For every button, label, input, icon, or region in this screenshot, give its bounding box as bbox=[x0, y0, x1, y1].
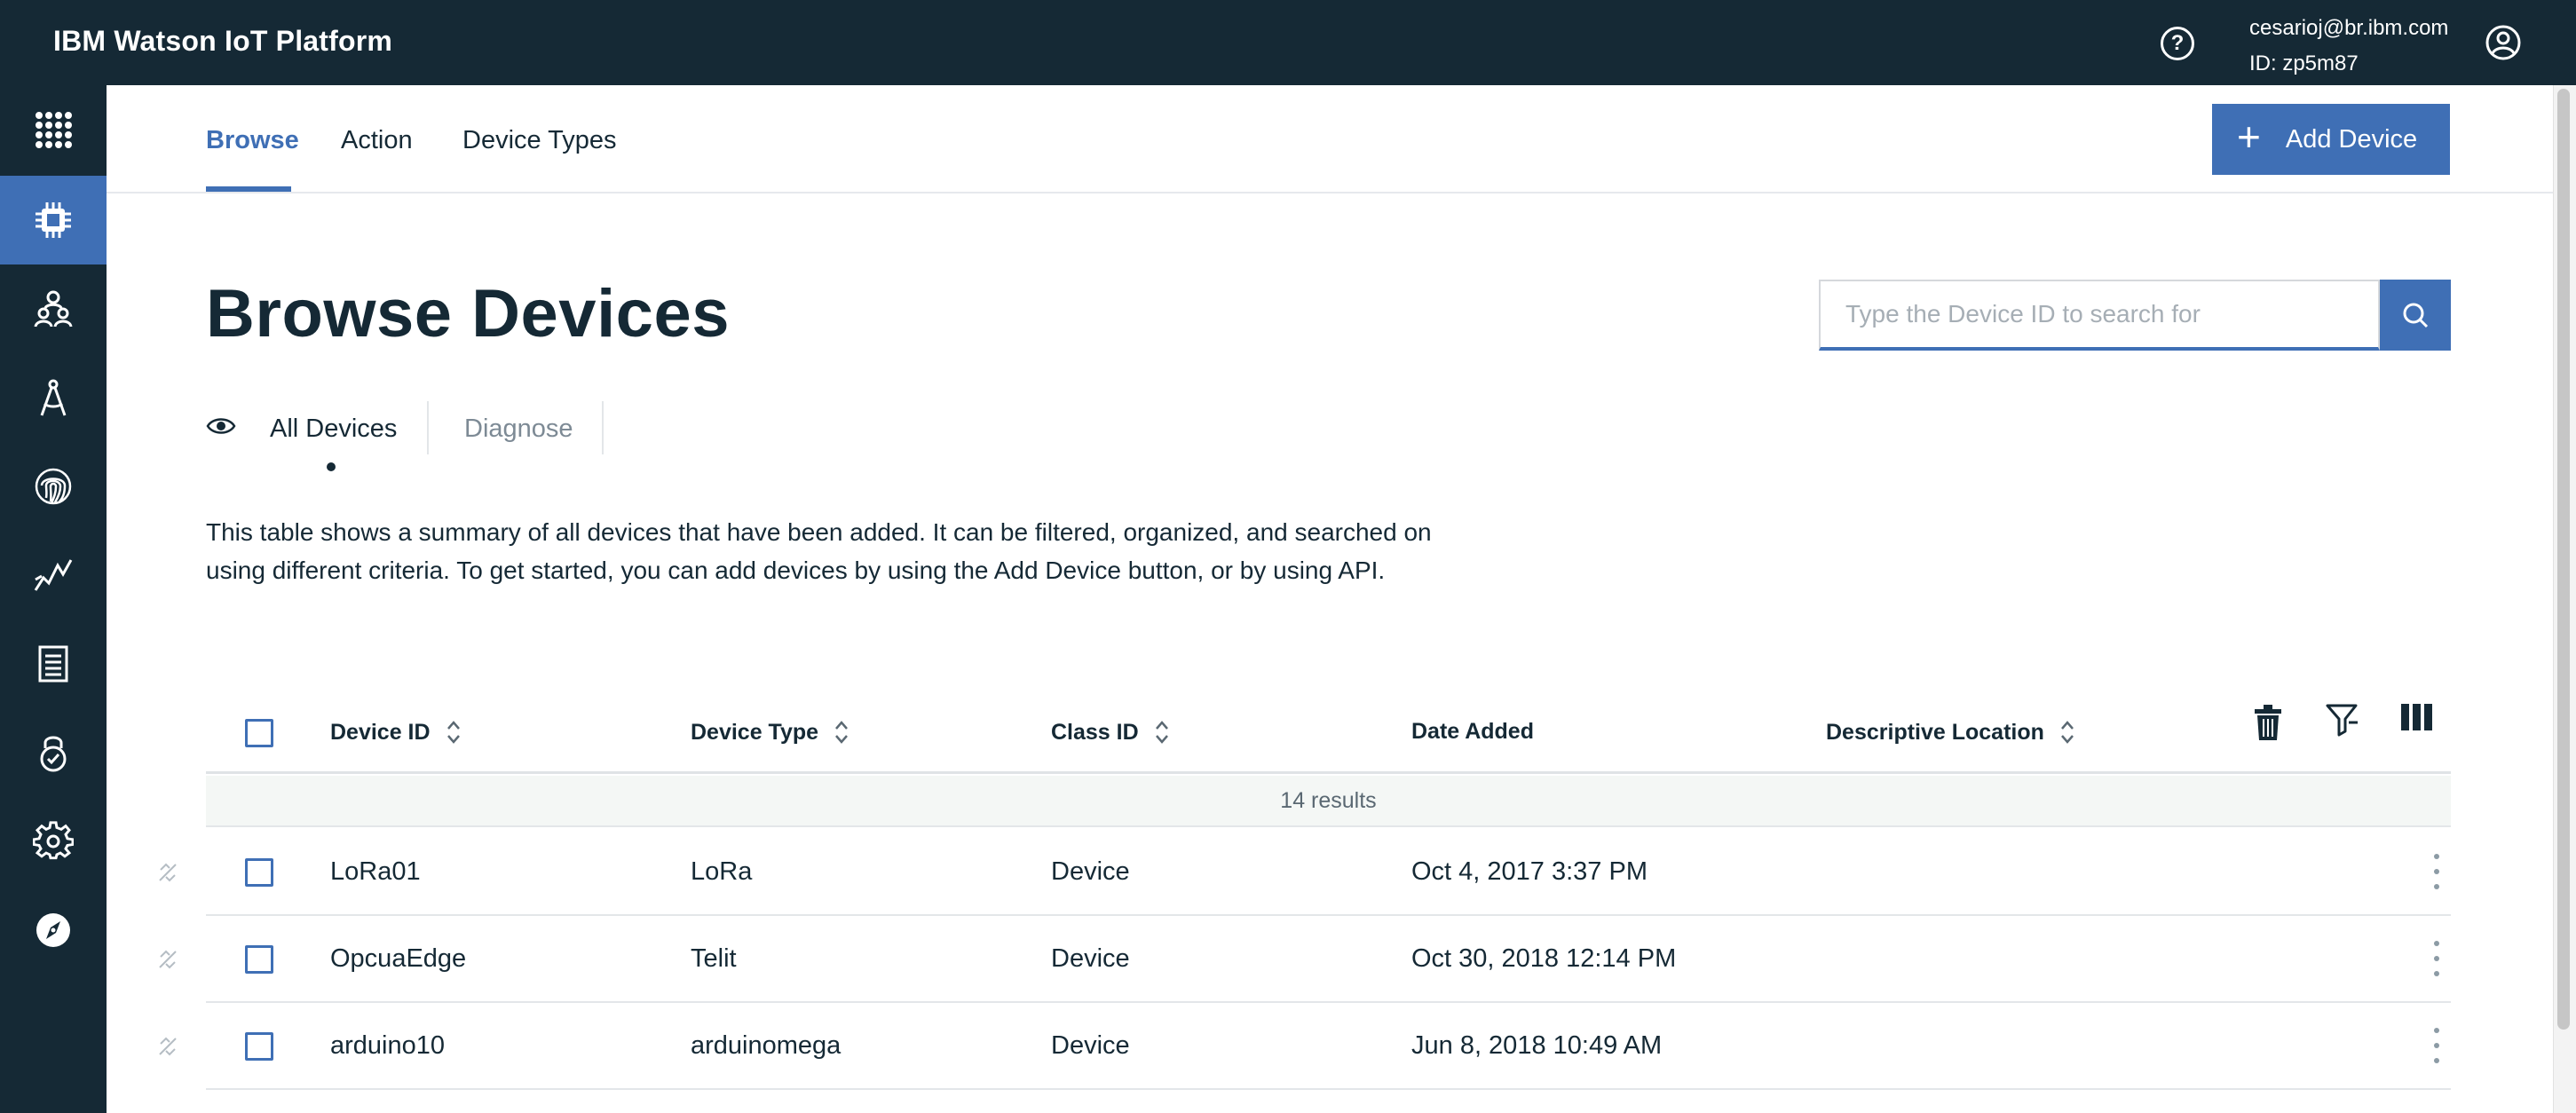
row-overflow-menu-icon[interactable] bbox=[2430, 1028, 2443, 1063]
view-tab-divider bbox=[602, 401, 604, 454]
devices-chip-icon bbox=[36, 202, 71, 238]
select-all-checkbox[interactable] bbox=[245, 719, 273, 747]
table-row[interactable]: arduino10 arduinomega Device Jun 8, 2018… bbox=[159, 1003, 2451, 1090]
user-avatar-icon[interactable] bbox=[2485, 24, 2522, 61]
sidebar-item-explore[interactable] bbox=[0, 886, 107, 975]
cell-date-added: Jun 8, 2018 10:49 AM bbox=[1411, 1031, 1663, 1060]
cell-device-id[interactable]: LoRa01 bbox=[330, 857, 421, 887]
filter-icon[interactable] bbox=[2326, 703, 2359, 738]
view-tab-diagnose[interactable]: Diagnose bbox=[464, 414, 573, 444]
device-search bbox=[1819, 280, 2451, 351]
row-checkbox[interactable] bbox=[245, 858, 273, 887]
cell-date-added: Oct 30, 2018 12:14 PM bbox=[1411, 944, 1677, 973]
app-title: IBM Watson IoT Platform bbox=[53, 25, 393, 57]
cell-class-id: Device bbox=[1051, 857, 1130, 886]
column-header-device-type[interactable]: Device Type bbox=[691, 719, 850, 746]
page-scrollbar-thumb[interactable] bbox=[2557, 89, 2570, 1030]
sidebar-item-security[interactable] bbox=[0, 708, 107, 797]
row-overflow-menu-icon[interactable] bbox=[2430, 854, 2443, 889]
explore-compass-icon bbox=[36, 913, 70, 947]
sidebar-item-settings[interactable] bbox=[0, 797, 107, 886]
column-label: Date Added bbox=[1411, 719, 1534, 744]
top-header: IBM Watson IoT Platform ? cesarioj@br.ib… bbox=[0, 0, 2576, 85]
plus-icon: + bbox=[2237, 114, 2261, 160]
table-row[interactable]: OpcuaEdge Telit Device Oct 30, 2018 12:1… bbox=[159, 916, 2451, 1003]
search-input[interactable] bbox=[1819, 280, 2380, 351]
sort-icon[interactable] bbox=[1153, 719, 1171, 746]
apps-compass-icon bbox=[40, 379, 67, 416]
help-icon[interactable]: ? bbox=[2161, 27, 2194, 60]
row-link-icon[interactable] bbox=[158, 863, 178, 882]
row-overflow-menu-icon[interactable] bbox=[2430, 941, 2443, 976]
cell-device-type: arduinomega bbox=[691, 1031, 842, 1060]
fingerprint-icon bbox=[35, 468, 72, 505]
sidebar bbox=[0, 85, 107, 1113]
search-button[interactable] bbox=[2380, 280, 2451, 351]
cell-device-type: LoRa bbox=[691, 857, 753, 886]
app-switcher-icon bbox=[36, 112, 72, 148]
tab-device-types[interactable]: Device Types bbox=[462, 126, 617, 155]
column-header-class-id[interactable]: Class ID bbox=[1051, 719, 1171, 746]
column-label: Device Type bbox=[691, 719, 819, 745]
delete-icon[interactable] bbox=[2253, 703, 2283, 742]
members-icon bbox=[34, 290, 73, 328]
sidebar-item-apps[interactable] bbox=[0, 353, 107, 442]
sidebar-item-usage[interactable] bbox=[0, 620, 107, 708]
column-header-device-id[interactable]: Device ID bbox=[330, 719, 462, 746]
column-label: Descriptive Location bbox=[1826, 719, 2044, 745]
column-header-descriptive-location[interactable]: Descriptive Location bbox=[1826, 719, 2076, 746]
sidebar-item-devices[interactable] bbox=[0, 176, 107, 264]
sidebar-item-app-switcher[interactable] bbox=[0, 85, 107, 174]
sidebar-item-analytics[interactable] bbox=[0, 531, 107, 620]
page-description: This table shows a summary of all device… bbox=[206, 518, 1432, 584]
user-email: cesarioj@br.ibm.com bbox=[2249, 16, 2449, 40]
cell-date-added: Oct 4, 2017 3:37 PM bbox=[1411, 857, 1648, 886]
cell-class-id: Device bbox=[1051, 1031, 1130, 1060]
user-org-id: ID: zp5m87 bbox=[2249, 51, 2359, 75]
active-view-indicator bbox=[327, 462, 336, 471]
column-header-date-added[interactable]: Date Added bbox=[1411, 719, 1534, 745]
row-link-icon[interactable] bbox=[158, 950, 178, 969]
cell-class-id: Device bbox=[1051, 944, 1130, 973]
table-row[interactable]: LoRa01 LoRa Device Oct 4, 2017 3:37 PM bbox=[159, 829, 2451, 916]
column-label: Device ID bbox=[330, 719, 431, 745]
view-tab-divider bbox=[427, 401, 429, 454]
column-label: Class ID bbox=[1051, 719, 1139, 745]
sidebar-item-risk-management[interactable] bbox=[0, 442, 107, 531]
columns-icon[interactable] bbox=[2400, 703, 2434, 731]
row-link-icon[interactable] bbox=[158, 1037, 178, 1056]
add-device-button[interactable]: + Add Device bbox=[2212, 104, 2450, 175]
view-tab-all-devices[interactable]: All Devices bbox=[270, 414, 397, 444]
cell-device-id[interactable]: arduino10 bbox=[330, 1031, 445, 1061]
sort-icon[interactable] bbox=[2058, 719, 2076, 746]
eye-icon bbox=[206, 418, 236, 434]
add-device-label: Add Device bbox=[2285, 124, 2418, 154]
usage-document-icon bbox=[38, 645, 68, 683]
tab-browse[interactable]: Browse bbox=[206, 126, 299, 155]
cell-device-id[interactable]: OpcuaEdge bbox=[330, 944, 466, 974]
settings-gear-icon bbox=[33, 821, 74, 860]
tab-action[interactable]: Action bbox=[341, 126, 413, 155]
results-count: 14 results bbox=[206, 776, 2451, 827]
security-lock-icon bbox=[40, 736, 67, 772]
table-header: Device ID Device Type Class ID Date Adde… bbox=[206, 692, 2451, 774]
cell-device-type: Telit bbox=[691, 944, 737, 973]
user-info[interactable]: cesarioj@br.ibm.com ID: zp5m87 bbox=[2249, 11, 2448, 82]
analytics-chart-icon bbox=[34, 559, 73, 591]
row-checkbox[interactable] bbox=[245, 1032, 273, 1061]
sort-icon[interactable] bbox=[445, 719, 462, 746]
active-tab-indicator bbox=[206, 186, 291, 192]
row-checkbox[interactable] bbox=[245, 945, 273, 974]
page-title: Browse Devices bbox=[206, 276, 730, 351]
sort-icon[interactable] bbox=[833, 719, 850, 746]
sidebar-item-members[interactable] bbox=[0, 264, 107, 353]
search-icon bbox=[2403, 303, 2429, 328]
